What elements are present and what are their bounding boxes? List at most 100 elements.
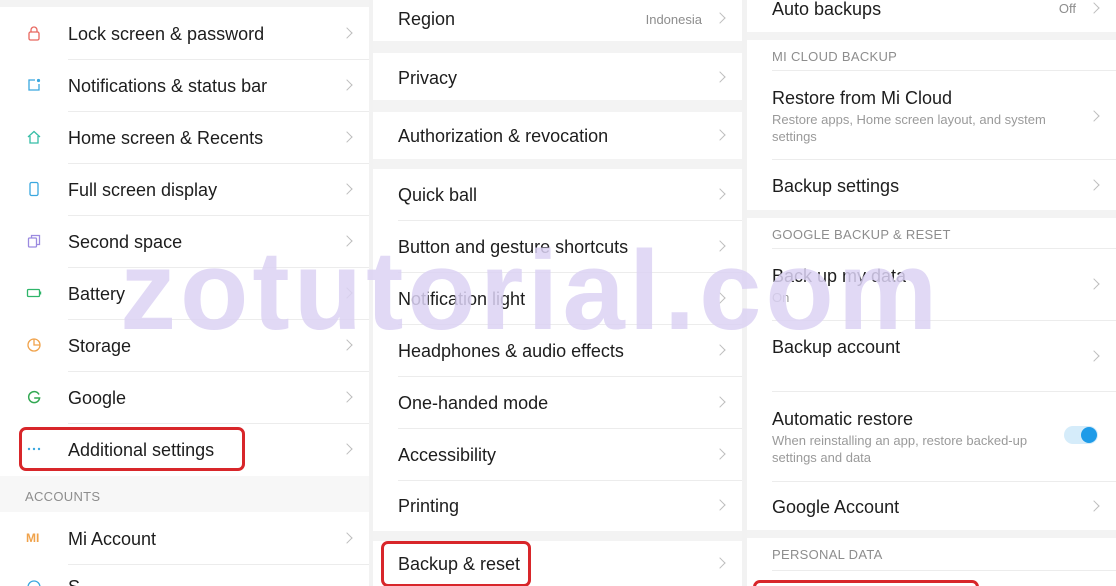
chevron-right-icon [1088, 350, 1100, 362]
section-gap [373, 159, 742, 169]
section-header: ACCOUNTS [25, 489, 101, 504]
google-icon [27, 390, 41, 404]
settings-item-label: Privacy [398, 68, 458, 88]
settings-item-label: Printing [398, 496, 460, 516]
settings-item-notification-light[interactable]: Notification light [373, 273, 742, 324]
settings-item-label: Auto backups [772, 0, 882, 19]
settings-item-subtitle: Restore apps, Home screen layout, and sy… [772, 112, 1046, 144]
settings-item-automatic-restore[interactable]: Automatic restore When reinstalling an a… [747, 392, 1116, 481]
chevron-right-icon [714, 292, 726, 304]
chevron-right-icon [714, 240, 726, 252]
settings-item-label: Mi Account [68, 529, 157, 549]
phone-icon [29, 181, 39, 197]
settings-item-label: Authorization & revocation [398, 126, 609, 146]
settings-item-google[interactable]: Google [0, 372, 369, 423]
settings-item-home-screen[interactable]: Home screen & Recents [0, 112, 369, 163]
section-header: PERSONAL DATA [772, 547, 883, 562]
settings-item-label: One-handed mode [398, 393, 549, 413]
settings-item-label: Full screen display [68, 180, 218, 200]
settings-item-label: Lock screen & password [68, 24, 265, 44]
chevron-right-icon [341, 443, 353, 455]
section-gap [747, 210, 1116, 218]
settings-item-partial[interactable]: S [0, 565, 369, 586]
settings-item-backup-settings[interactable]: Backup settings [747, 160, 1116, 210]
settings-item-label: Accessibility [398, 445, 497, 465]
settings-item-printing[interactable]: Printing [373, 481, 742, 531]
chevron-right-icon [1088, 500, 1100, 512]
settings-item-label: Notifications & status bar [68, 76, 268, 96]
chevron-right-icon [1088, 179, 1100, 191]
divider [772, 570, 1116, 571]
chevron-right-icon [714, 71, 726, 83]
settings-item-accessibility[interactable]: Accessibility [373, 429, 742, 480]
settings-item-google-account[interactable]: Google Account [747, 482, 1116, 530]
settings-item-lock-screen[interactable]: Lock screen & password [0, 8, 369, 59]
settings-item-label: Back up my data [772, 266, 907, 286]
settings-item-authorization[interactable]: Authorization & revocation [373, 112, 742, 159]
chevron-right-icon [341, 27, 353, 39]
highlight-box [19, 427, 245, 471]
settings-item-auto-backups[interactable]: Auto backups Off [747, 0, 1116, 32]
settings-item-label: S [68, 577, 80, 586]
chevron-right-icon [714, 344, 726, 356]
section-gap [747, 530, 1116, 538]
chevron-right-icon [341, 235, 353, 247]
region-value: Indonesia [645, 12, 702, 27]
chevron-right-icon [714, 499, 726, 511]
storage-icon [27, 338, 41, 352]
settings-item-backup-account[interactable]: Backup account [747, 321, 1116, 391]
settings-item-restore-mi-cloud[interactable]: Restore from Mi Cloud Restore apps, Home… [747, 71, 1116, 159]
settings-item-headphones[interactable]: Headphones & audio effects [373, 325, 742, 376]
chevron-right-icon [1088, 110, 1100, 122]
automatic-restore-toggle[interactable] [1064, 426, 1098, 444]
chevron-right-icon [341, 532, 353, 544]
chevron-right-icon [341, 79, 353, 91]
settings-item-label: Google Account [772, 497, 900, 517]
notification-icon [28, 78, 41, 91]
chevron-right-icon [714, 129, 726, 141]
settings-panel: Lock screen & password Notifications & s… [0, 0, 369, 586]
settings-item-second-space[interactable]: Second space [0, 216, 369, 267]
settings-item-subtitle: When reinstalling an app, restore backed… [772, 433, 1028, 465]
settings-item-label: Google [68, 388, 127, 408]
settings-item-mi-account[interactable]: MI Mi Account [0, 513, 369, 564]
settings-item-region[interactable]: Region Indonesia [373, 0, 742, 41]
settings-item-battery[interactable]: Battery [0, 268, 369, 319]
settings-item-label: Region [398, 9, 456, 29]
chevron-right-icon [341, 391, 353, 403]
settings-item-label: Automatic restore [772, 409, 914, 429]
settings-item-label: Battery [68, 284, 126, 304]
settings-item-one-handed[interactable]: One-handed mode [373, 377, 742, 428]
backup-reset-panel: Auto backups Off MI CLOUD BACKUP Restore… [747, 0, 1116, 586]
chevron-right-icon [341, 287, 353, 299]
settings-item-storage[interactable]: Storage [0, 320, 369, 371]
sync-icon [27, 580, 41, 586]
settings-item-label: Restore from Mi Cloud [772, 88, 953, 108]
chevron-right-icon [714, 396, 726, 408]
settings-item-privacy[interactable]: Privacy [373, 53, 742, 100]
chevron-right-icon [714, 557, 726, 569]
settings-item-gesture-shortcuts[interactable]: Button and gesture shortcuts [373, 221, 742, 272]
settings-item-label: Quick ball [398, 185, 478, 205]
chevron-right-icon [341, 183, 353, 195]
settings-item-subtitle: On [772, 290, 790, 305]
chevron-right-icon [1088, 2, 1100, 14]
section-header: MI CLOUD BACKUP [772, 49, 898, 64]
settings-item-notifications[interactable]: Notifications & status bar [0, 60, 369, 111]
chevron-right-icon [341, 339, 353, 351]
section-header: GOOGLE BACKUP & RESET [772, 227, 951, 242]
auto-backups-value: Off [1058, 1, 1076, 16]
highlight-box [753, 580, 979, 586]
settings-item-label: Second space [68, 232, 183, 252]
section-gap [373, 100, 742, 112]
section-gap [0, 0, 369, 7]
settings-item-full-screen[interactable]: Full screen display [0, 164, 369, 215]
settings-item-label: Headphones & audio effects [398, 341, 624, 361]
settings-item-quick-ball[interactable]: Quick ball [373, 169, 742, 220]
battery-icon [26, 288, 42, 298]
additional-settings-panel: Region Indonesia Privacy Authorization &… [373, 0, 742, 586]
toggle-knob [1081, 427, 1097, 443]
chevron-right-icon [714, 12, 726, 24]
settings-item-back-up-data[interactable]: Back up my data On [747, 249, 1116, 320]
lock-icon [28, 26, 40, 41]
